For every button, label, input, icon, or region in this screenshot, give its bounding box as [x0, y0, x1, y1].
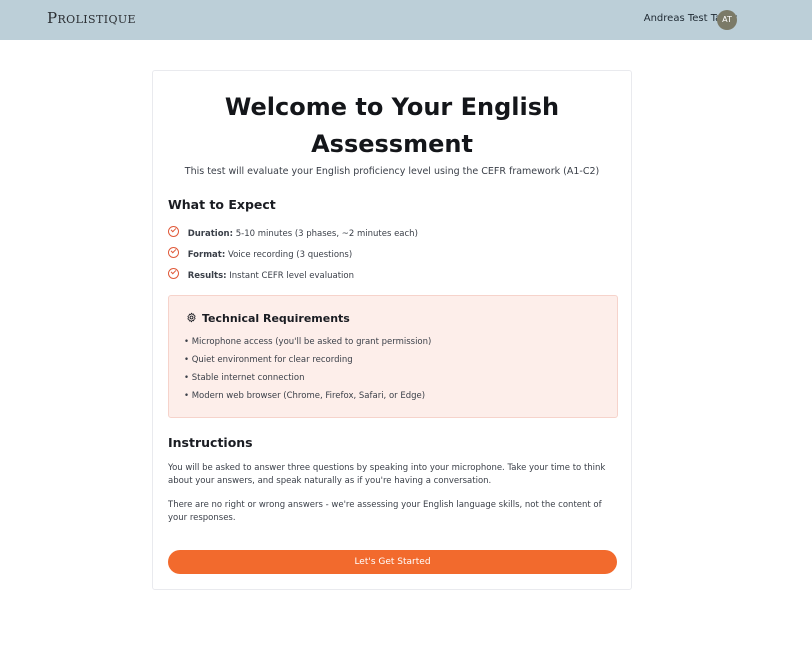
- expect-item-text: 5-10 minutes (3 phases, ~2 minutes each): [235, 229, 418, 239]
- page-subtitle: This test will evaluate your English pro…: [184, 166, 600, 177]
- expect-item-results: Results: Instant CEFR level evaluation: [168, 267, 354, 281]
- tech-item: • Microphone access (you'll be asked to …: [184, 337, 432, 347]
- expect-item-label: Results:: [187, 271, 227, 281]
- technical-requirements-box: Technical Requirements • Microphone acce…: [168, 295, 618, 418]
- tech-item: • Quiet environment for clear recording: [184, 355, 353, 365]
- expect-item-label: Duration:: [187, 229, 234, 239]
- page-title-line-2: Assessment: [311, 130, 473, 158]
- expect-item-duration: Duration: 5-10 minutes (3 phases, ~2 min…: [168, 225, 418, 239]
- expect-item-format: Format: Voice recording (3 questions): [168, 246, 352, 260]
- logo[interactable]: Prolistique: [47, 9, 136, 27]
- tech-item: • Stable internet connection: [184, 373, 305, 383]
- tech-item: • Modern web browser (Chrome, Firefox, S…: [184, 391, 426, 401]
- avatar[interactable]: AT: [717, 10, 737, 30]
- check-circle-icon: [168, 247, 179, 258]
- assessment-card: Welcome to Your English Assessment This …: [152, 70, 632, 590]
- technical-requirements-label: Technical Requirements: [202, 312, 350, 325]
- expect-item-text: Voice recording (3 questions): [227, 250, 353, 260]
- expect-item-text: Instant CEFR level evaluation: [229, 271, 354, 281]
- technical-requirements-heading: Technical Requirements: [186, 312, 350, 325]
- check-circle-icon: [168, 226, 179, 237]
- instructions-heading: Instructions: [168, 435, 253, 450]
- top-bar: Prolistique Andreas Test Taker AT: [0, 0, 812, 40]
- page-title: Welcome to Your English Assessment: [153, 89, 631, 163]
- instructions-paragraph-1: You will be asked to answer three questi…: [168, 463, 606, 486]
- get-started-button[interactable]: Let's Get Started: [168, 550, 617, 574]
- check-circle-icon: [168, 268, 179, 279]
- gear-icon: [187, 312, 196, 323]
- what-to-expect-heading: What to Expect: [168, 197, 276, 212]
- expect-item-label: Format:: [187, 250, 226, 260]
- page-title-line-1: Welcome to Your English: [224, 93, 560, 121]
- instructions-paragraph-2: There are no right or wrong answers - we…: [168, 500, 602, 523]
